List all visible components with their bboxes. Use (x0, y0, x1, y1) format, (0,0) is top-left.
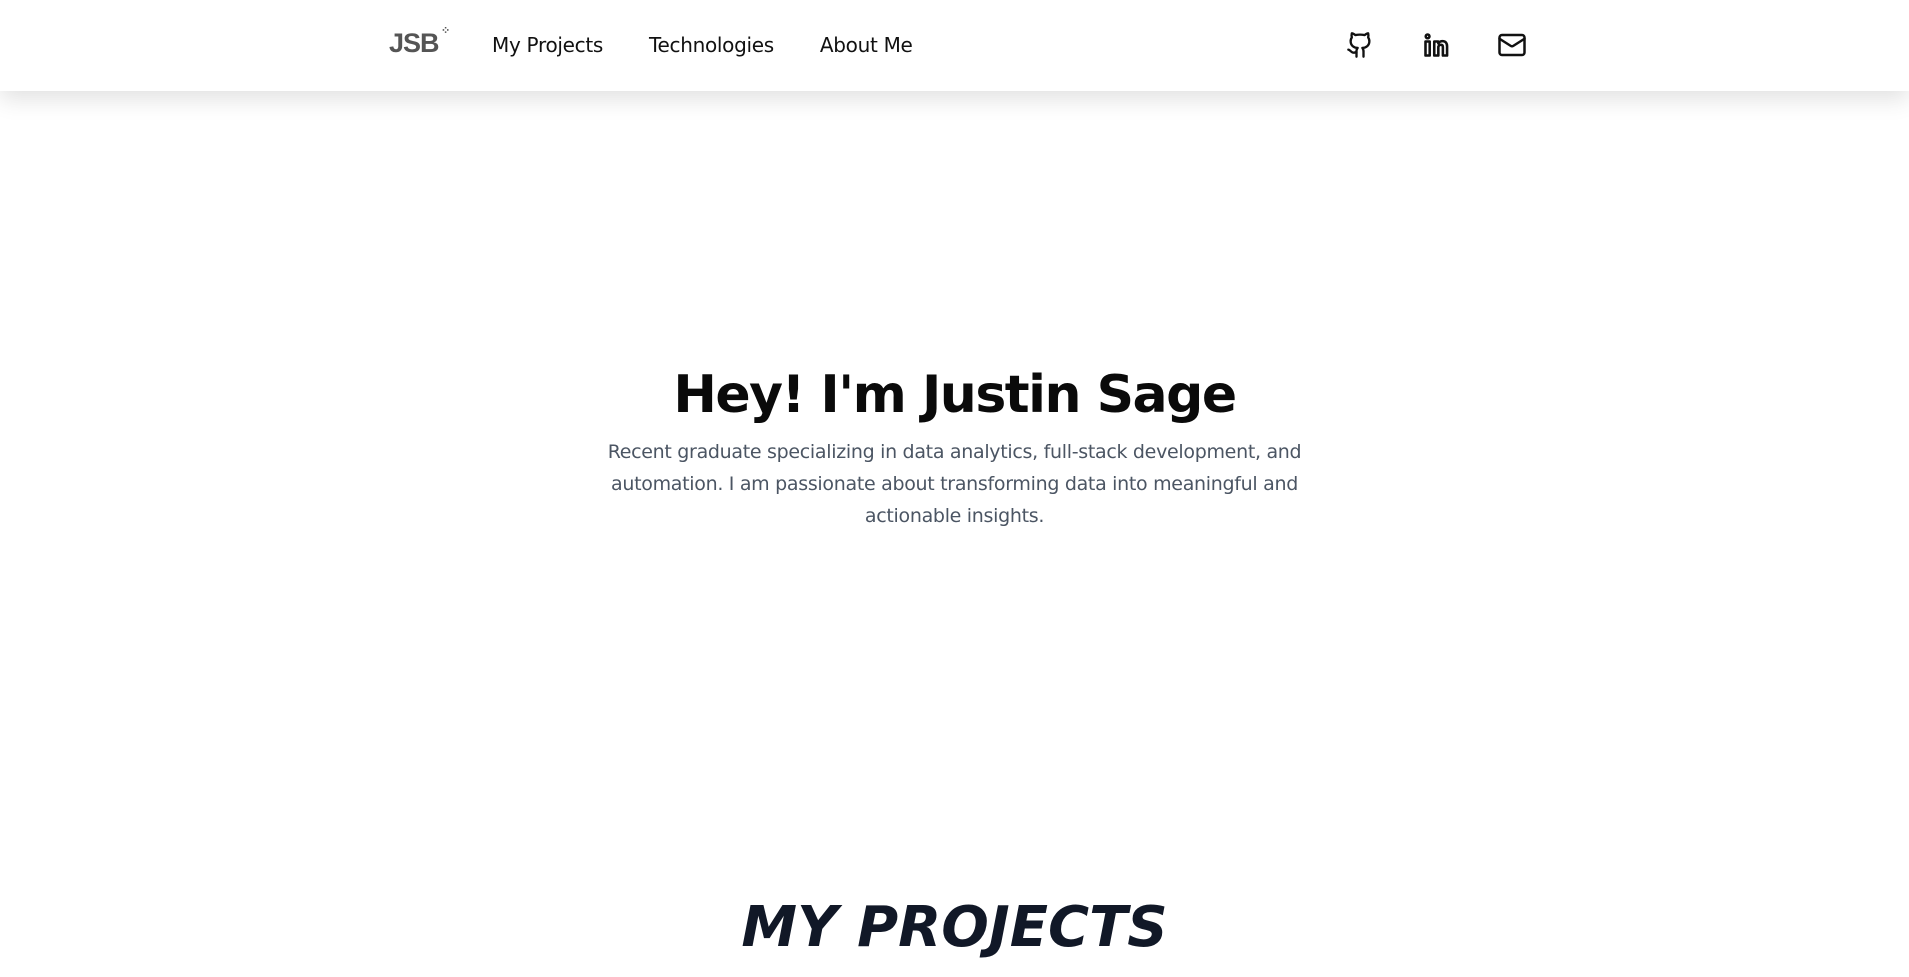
email-link[interactable] (1497, 30, 1527, 60)
github-icon (1347, 32, 1371, 58)
nav-link-about-me[interactable]: About Me (820, 31, 913, 59)
linkedin-icon (1424, 33, 1449, 57)
projects-heading: MY PROJECTS (741, 895, 1168, 960)
social-links (1345, 30, 1527, 60)
hero-section: Hey! I'm Justin Sage Recent graduate spe… (0, 360, 1909, 532)
hero-title: Hey! I'm Justin Sage (673, 365, 1237, 425)
nav-link-my-projects[interactable]: My Projects (492, 31, 603, 59)
logo-text: JSB (389, 28, 440, 58)
hero-subtitle: Recent graduate specializing in data ana… (607, 441, 1302, 527)
navbar-inner: JSB ⁘ My Projects Technologies About Me (389, 0, 1527, 91)
logo-mark: ⁘ (441, 25, 450, 37)
linkedin-link[interactable] (1421, 30, 1451, 60)
nav-links: My Projects Technologies About Me (492, 31, 913, 59)
nav-link-technologies[interactable]: Technologies (649, 31, 774, 59)
github-link[interactable] (1345, 30, 1375, 60)
navbar: JSB ⁘ My Projects Technologies About Me (0, 0, 1909, 91)
mail-icon (1498, 33, 1526, 57)
site-logo[interactable]: JSB ⁘ (389, 26, 450, 59)
